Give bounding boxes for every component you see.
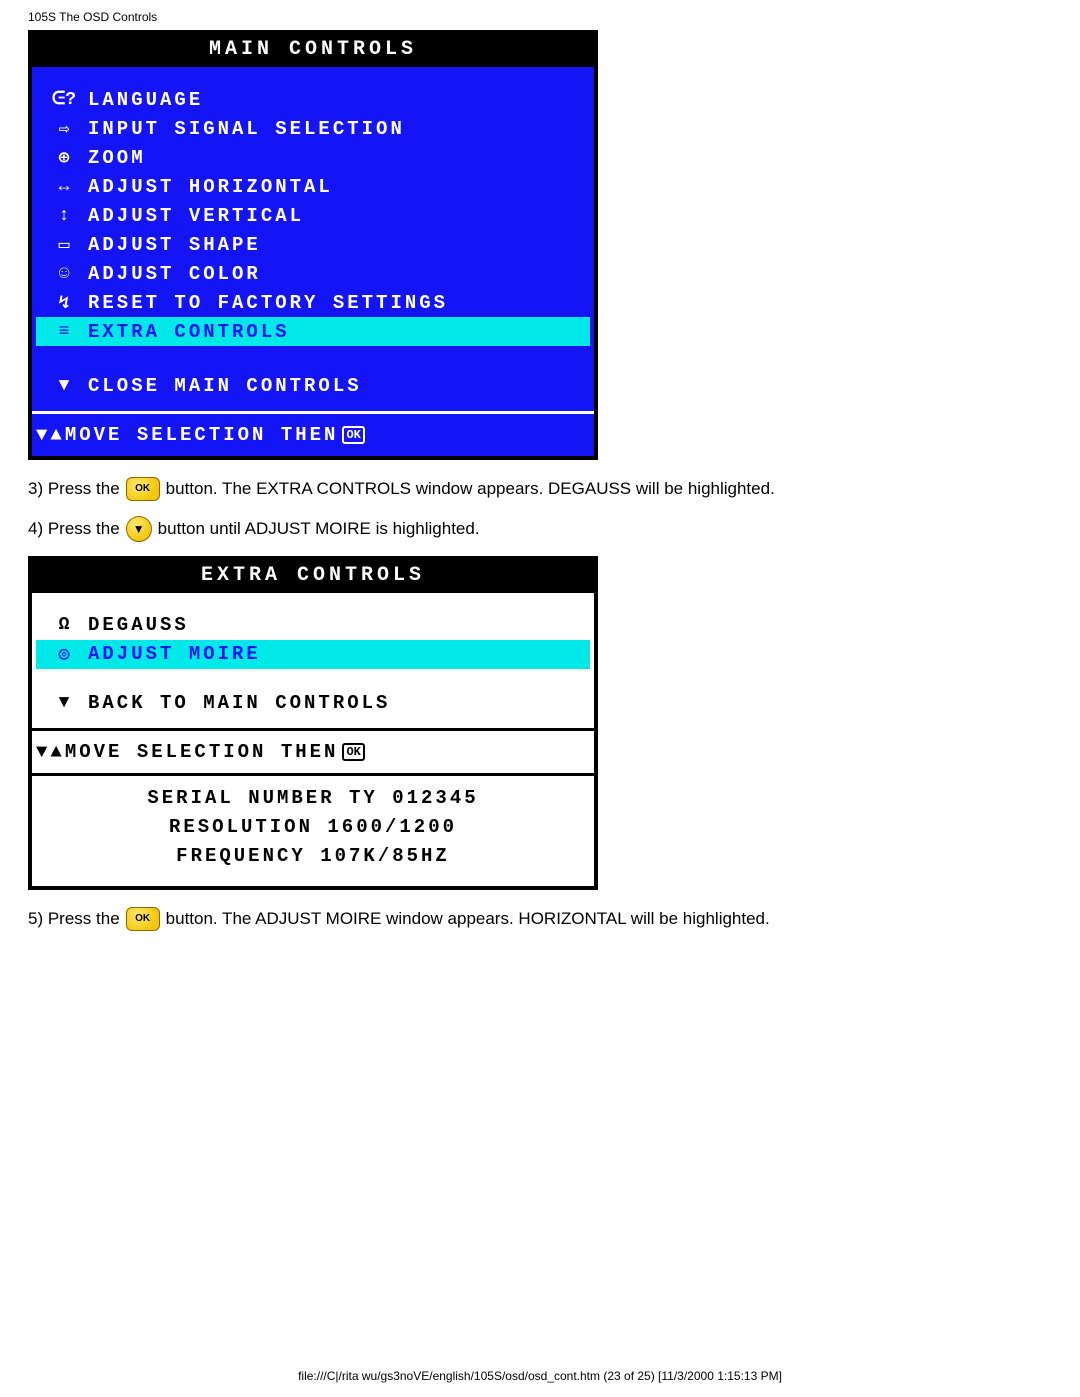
updown-icon: ▼▲ <box>36 424 65 446</box>
osd-title: MAIN CONTROLS <box>32 34 594 67</box>
degauss-icon: Ω <box>40 615 88 635</box>
menu-label: ADJUST SHAPE <box>88 234 261 256</box>
main-menu-body: ᕮ? LANGUAGE ⇨ INPUT SIGNAL SELECTION ⊕ Z… <box>32 67 594 411</box>
serial-number: SERIAL NUMBER TY 012345 <box>36 784 590 813</box>
menu-item-extra-controls[interactable]: ≡ EXTRA CONTROLS <box>36 317 590 346</box>
reset-icon: ↯ <box>40 292 88 314</box>
menu-item-input-signal[interactable]: ⇨ INPUT SIGNAL SELECTION <box>36 114 590 143</box>
down-button-icon: ▼ <box>126 516 152 542</box>
ok-button-icon: OK <box>126 907 160 931</box>
menu-label: ADJUST HORIZONTAL <box>88 176 333 198</box>
step4-post: button until ADJUST MOIRE is highlighted… <box>158 516 480 542</box>
ok-button-icon: OK <box>126 477 160 501</box>
menu-item-back-main[interactable]: ▼ BACK TO MAIN CONTROLS <box>36 691 590 728</box>
hint-text: MOVE SELECTION THEN <box>65 741 339 763</box>
input-icon: ⇨ <box>40 118 88 140</box>
resolution: RESOLUTION 1600/1200 <box>36 813 590 842</box>
menu-label: ZOOM <box>88 147 146 169</box>
menu-label: DEGAUSS <box>88 614 189 636</box>
menu-label: EXTRA CONTROLS <box>88 321 290 343</box>
page-header: 105S The OSD Controls <box>28 10 1060 24</box>
menu-item-adjust-shape[interactable]: ▭ ADJUST SHAPE <box>36 230 590 259</box>
moire-icon: ◎ <box>40 643 88 665</box>
ok-icon: OK <box>342 743 364 761</box>
language-icon: ᕮ? <box>40 89 88 110</box>
menu-label: ADJUST MOIRE <box>88 643 261 665</box>
menu-item-language[interactable]: ᕮ? LANGUAGE <box>36 85 590 114</box>
vertical-icon: ↕ <box>40 206 88 226</box>
frequency: FREQUENCY 107K/85HZ <box>36 842 590 871</box>
instruction-step-4: 4) Press the ▼ button until ADJUST MOIRE… <box>28 516 1060 542</box>
info-block: SERIAL NUMBER TY 012345 RESOLUTION 1600/… <box>32 776 594 886</box>
menu-item-degauss[interactable]: Ω DEGAUSS <box>36 611 590 640</box>
osd-title: EXTRA CONTROLS <box>32 560 594 593</box>
menu-label: INPUT SIGNAL SELECTION <box>88 118 405 140</box>
menu-label: BACK TO MAIN CONTROLS <box>88 692 390 714</box>
menu-item-adjust-horizontal[interactable]: ↔ ADJUST HORIZONTAL <box>36 172 590 201</box>
color-icon: ☺ <box>40 264 88 284</box>
back-icon: ▼ <box>40 693 88 713</box>
hint-text: MOVE SELECTION THEN <box>65 424 339 446</box>
ok-icon: OK <box>342 426 364 444</box>
menu-item-adjust-vertical[interactable]: ↕ ADJUST VERTICAL <box>36 201 590 230</box>
close-icon: ▼ <box>40 376 88 396</box>
step5-post: button. The ADJUST MOIRE window appears.… <box>166 906 770 932</box>
extra-controls-osd: EXTRA CONTROLS Ω DEGAUSS ◎ ADJUST MOIRE … <box>28 556 598 890</box>
extra-menu-body: Ω DEGAUSS ◎ ADJUST MOIRE ▼ BACK TO MAIN … <box>32 593 594 728</box>
extra-icon: ≡ <box>40 322 88 342</box>
step4-pre: 4) Press the <box>28 516 120 542</box>
zoom-icon: ⊕ <box>40 147 88 169</box>
menu-label: ADJUST VERTICAL <box>88 205 304 227</box>
menu-item-adjust-color[interactable]: ☺ ADJUST COLOR <box>36 259 590 288</box>
main-hint-row: ▼▲ MOVE SELECTION THEN OK <box>32 411 594 456</box>
menu-label: LANGUAGE <box>88 89 203 111</box>
horizontal-icon: ↔ <box>40 177 88 197</box>
extra-hint-row: ▼▲ MOVE SELECTION THEN OK <box>32 728 594 776</box>
instruction-step-3: 3) Press the OK button. The EXTRA CONTRO… <box>28 476 1060 502</box>
menu-item-adjust-moire[interactable]: ◎ ADJUST MOIRE <box>36 640 590 669</box>
updown-icon: ▼▲ <box>36 741 65 763</box>
main-controls-osd: MAIN CONTROLS ᕮ? LANGUAGE ⇨ INPUT SIGNAL… <box>28 30 598 460</box>
step3-post: button. The EXTRA CONTROLS window appear… <box>166 476 775 502</box>
menu-label: ADJUST COLOR <box>88 263 261 285</box>
step5-pre: 5) Press the <box>28 906 120 932</box>
menu-item-zoom[interactable]: ⊕ ZOOM <box>36 143 590 172</box>
instruction-step-5: 5) Press the OK button. The ADJUST MOIRE… <box>28 906 1060 932</box>
step3-pre: 3) Press the <box>28 476 120 502</box>
shape-icon: ▭ <box>40 234 88 256</box>
menu-item-close-main[interactable]: ▼ CLOSE MAIN CONTROLS <box>36 374 590 411</box>
page-footer: file:///C|/rita wu/gs3noVE/english/105S/… <box>0 1369 1080 1383</box>
menu-label: CLOSE MAIN CONTROLS <box>88 375 362 397</box>
menu-label: RESET TO FACTORY SETTINGS <box>88 292 448 314</box>
menu-item-reset-factory[interactable]: ↯ RESET TO FACTORY SETTINGS <box>36 288 590 317</box>
